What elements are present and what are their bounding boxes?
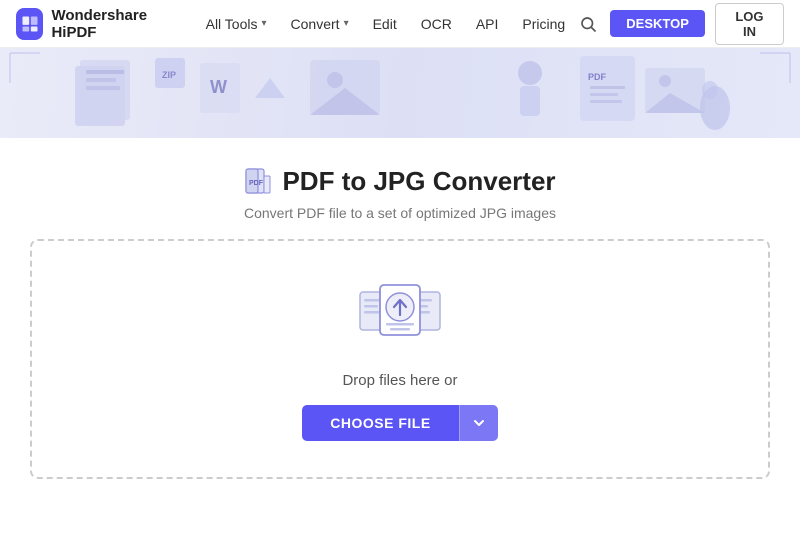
chevron-down-icon: ▾ bbox=[262, 18, 267, 29]
logo-area[interactable]: Wondershare HiPDF bbox=[16, 7, 176, 41]
nav-right: DESKTOP LOG IN bbox=[575, 3, 784, 45]
nav-convert[interactable]: Convert ▾ bbox=[281, 10, 359, 38]
brand-name: Wondershare HiPDF bbox=[51, 7, 175, 41]
svg-text:W: W bbox=[210, 77, 227, 97]
login-button[interactable]: LOG IN bbox=[715, 3, 784, 45]
pdf-file-icon: PDF bbox=[244, 168, 272, 196]
nav-api[interactable]: API bbox=[466, 10, 509, 38]
chevron-down-icon bbox=[472, 416, 486, 430]
chevron-down-icon: ▾ bbox=[344, 18, 349, 29]
nav-ocr[interactable]: OCR bbox=[411, 10, 462, 38]
choose-file-button[interactable]: CHOOSE FILE bbox=[302, 405, 458, 441]
navbar: Wondershare HiPDF All Tools ▾ Convert ▾ … bbox=[0, 0, 800, 48]
page-subtitle: Convert PDF file to a set of optimized J… bbox=[244, 205, 556, 221]
drop-zone[interactable]: Drop files here or CHOOSE FILE bbox=[30, 239, 770, 479]
nav-edit[interactable]: Edit bbox=[363, 10, 407, 38]
desktop-button[interactable]: DESKTOP bbox=[610, 10, 705, 37]
upload-illustration bbox=[355, 277, 445, 352]
svg-text:ZIP: ZIP bbox=[162, 70, 176, 80]
hero-banner: ZIP W PDF bbox=[0, 48, 800, 138]
choose-file-dropdown-button[interactable] bbox=[459, 405, 498, 441]
search-button[interactable] bbox=[575, 8, 600, 40]
choose-file-row: CHOOSE FILE bbox=[302, 405, 497, 441]
svg-text:PDF: PDF bbox=[249, 180, 264, 187]
nav-items: All Tools ▾ Convert ▾ Edit OCR API Prici… bbox=[196, 10, 576, 38]
main-content: PDF PDF to JPG Converter Convert PDF fil… bbox=[0, 138, 800, 499]
nav-pricing[interactable]: Pricing bbox=[512, 10, 575, 38]
logo-icon bbox=[16, 8, 43, 40]
page-title: PDF to JPG Converter bbox=[282, 166, 555, 197]
drop-text: Drop files here or bbox=[342, 372, 457, 389]
nav-all-tools[interactable]: All Tools ▾ bbox=[196, 10, 277, 38]
page-title-area: PDF PDF to JPG Converter bbox=[244, 166, 555, 197]
svg-text:PDF: PDF bbox=[588, 72, 607, 82]
hero-illustration: ZIP W PDF bbox=[0, 48, 800, 138]
